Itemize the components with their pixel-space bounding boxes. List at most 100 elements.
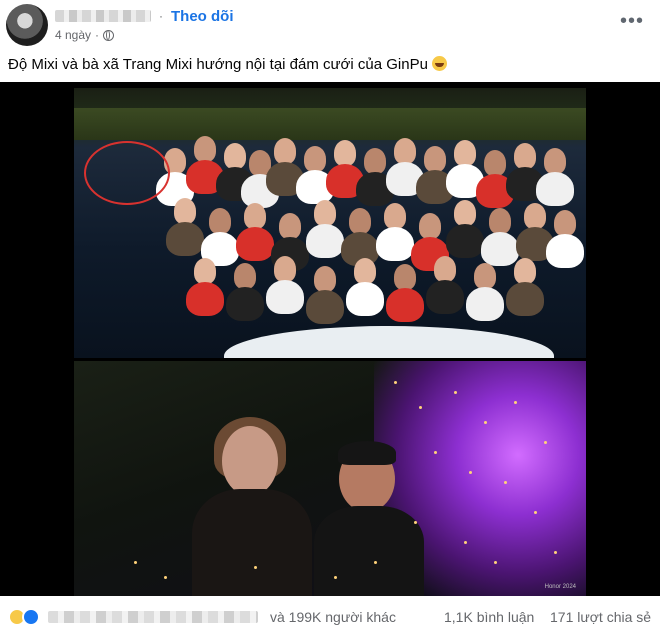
water-sparkle [544,441,547,444]
water-sparkle [419,406,422,409]
water-sparkle [434,451,437,454]
crowd-person [514,258,536,284]
boat-edge [224,326,554,358]
water-sparkle [374,561,377,564]
reactor-names-blurred[interactable] [48,611,258,623]
crowd-person [554,210,576,236]
crowd-person [279,213,301,239]
reaction-icons[interactable] [8,608,40,626]
more-options-button[interactable]: ••• [620,10,644,33]
comments-count[interactable]: 1,1K bình luận [444,609,534,625]
water-sparkle [534,511,537,514]
crowd-person [304,146,326,172]
closeup-photo[interactable]: Honor 2024 [74,361,586,596]
crowd-person [349,208,371,234]
crowd-person [384,203,406,229]
crowd-person [419,213,441,239]
crowd-person [314,200,336,226]
crowd-person [434,256,456,282]
post-time[interactable]: 4 ngày [55,28,91,42]
crowd-person [334,140,356,166]
follow-button[interactable]: Theo dõi [171,8,234,25]
crowd-person [484,150,506,176]
hedge-background [74,108,586,140]
engagement-bar: và 199K người khác 1,1K bình luận 171 lư… [0,606,660,628]
crowd-person [424,146,446,172]
woman-body [192,489,312,596]
water-sparkle [134,561,137,564]
crowd-person [394,138,416,164]
crowd-person-body [226,287,264,321]
author-name-blurred[interactable] [55,10,151,22]
man-body [314,506,424,596]
crowd-person-body [536,172,574,206]
crowd-person [314,266,336,292]
facebook-post: · Theo dõi 4 ngày · ••• Độ Mixi và bà xã… [0,0,660,633]
reaction-summary[interactable]: và 199K người khác [270,609,396,625]
water-sparkle [484,421,487,424]
water-sparkle [504,481,507,484]
woman-face [222,426,278,496]
post-meta: 4 ngày · [55,28,115,42]
more-icon: ••• [619,10,644,32]
crowd-person [354,258,376,284]
crowd-person-body [266,280,304,314]
rofl-emoji-icon [432,56,448,71]
meta-separator: · [95,28,100,42]
water-sparkle [554,551,557,554]
crowd-person-body [386,288,424,322]
crowd-person [274,256,296,282]
water-sparkle [454,391,457,394]
water-sparkle [254,566,257,569]
watermark: Honor 2024 [544,584,576,590]
water-sparkle [414,521,417,524]
water-sparkle [334,576,337,579]
shares-count[interactable]: 171 lượt chia sẻ [550,609,651,625]
globe-icon [103,29,115,41]
crowd-person [489,208,511,234]
author-row: · Theo dõi [55,7,234,25]
crowd-person-body [426,280,464,314]
crowd-person-body [481,232,519,266]
crowd-person [454,140,476,166]
crowd-person [394,264,416,290]
crowd-person [174,198,196,224]
crowd-person [274,138,296,164]
water-sparkle [464,541,467,544]
crowd-person-body [166,222,204,256]
crowd-person [244,203,266,229]
water-sparkle [494,561,497,564]
crowd-person-body [346,282,384,316]
crowd-person-body [306,290,344,324]
like-icon [22,608,40,626]
crowd-person [209,208,231,234]
crowd-person-body [236,227,274,261]
water-sparkle [514,401,517,404]
crowd-person [194,136,216,162]
crowd-person [224,143,246,169]
crowd-person-body [546,234,584,268]
pool-group-photo[interactable] [74,88,586,358]
post-media[interactable]: Honor 2024 [0,82,660,596]
water-sparkle [469,471,472,474]
crowd-person [234,263,256,289]
water-sparkle [164,576,167,579]
crowd-person [544,148,566,174]
crowd-person-body [376,227,414,261]
separator-dot: · [159,9,163,23]
caption-text: Độ Mixi và bà xã Trang Mixi hướng nội tạ… [8,56,428,73]
crowd-person [474,263,496,289]
author-avatar[interactable] [6,4,48,46]
crowd-person [194,258,216,284]
crowd-person [524,203,546,229]
crowd-person-body [506,282,544,316]
man-hair [338,441,396,465]
red-circle-highlight [84,141,170,205]
crowd-person-body [186,282,224,316]
water-sparkle [394,381,397,384]
crowd-person-body [466,287,504,321]
crowd-person-body [306,224,344,258]
crowd-person [454,200,476,226]
crowd-person-body [446,224,484,258]
crowd-person [364,148,386,174]
